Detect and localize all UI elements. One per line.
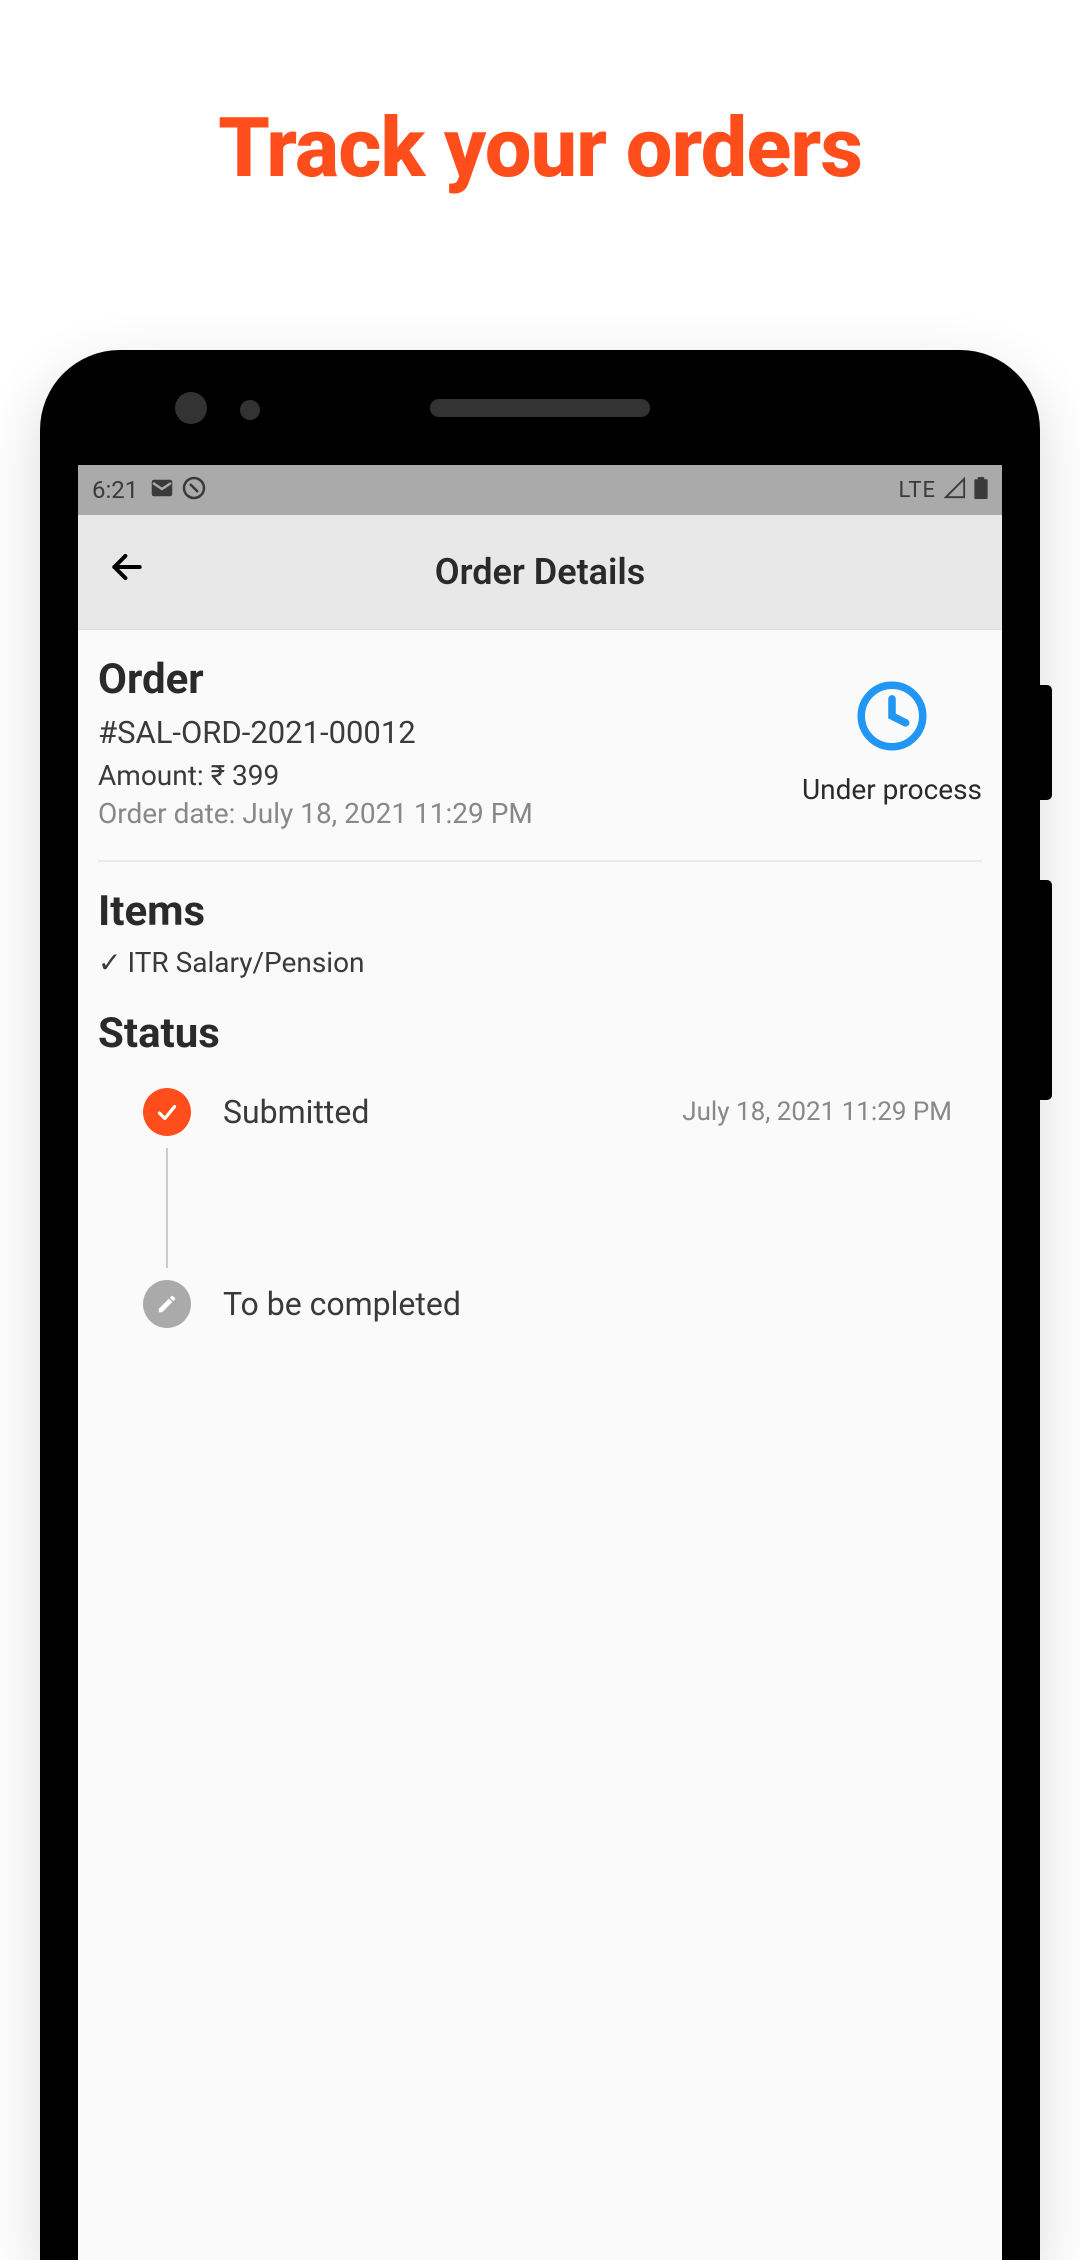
timeline-connector: [166, 1148, 168, 1268]
list-item: ✓ITR Salary/Pension: [98, 946, 982, 979]
android-status-bar: 6:21: [78, 465, 1002, 515]
timeline-label: Submitted: [223, 1093, 369, 1131]
speaker-grille: [430, 399, 650, 417]
order-date: Order date: July 18, 2021 11:29 PM: [98, 797, 802, 830]
mail-icon: [150, 476, 174, 504]
page-title: Order Details: [435, 551, 645, 593]
phone-screen: 6:21: [78, 465, 1002, 2260]
camera-dot: [175, 392, 207, 424]
status-section: Status Submitted July 18, 2021 11:29 PM: [98, 979, 982, 1328]
order-heading: Order: [98, 655, 802, 704]
timeline-item-pending: To be completed: [143, 1280, 982, 1328]
timeline-label: To be completed: [223, 1285, 461, 1323]
item-name: ITR Salary/Pension: [127, 946, 364, 979]
app-header: Order Details: [78, 515, 1002, 630]
back-button[interactable]: [108, 548, 146, 596]
timeline-date: July 18, 2021 11:29 PM: [682, 1097, 982, 1127]
phone-frame: 6:21: [40, 350, 1040, 2260]
phone-side-button: [1040, 880, 1052, 1100]
status-bar-time: 6:21: [92, 476, 138, 504]
sync-off-icon: [182, 476, 206, 504]
network-type: LTE: [898, 478, 936, 503]
checkmark-icon: ✓: [98, 946, 121, 979]
battery-icon: [974, 477, 988, 504]
content-area: Order #SAL-ORD-2021-00012 Amount: ₹ 399 …: [78, 630, 1002, 1353]
marketing-headline: Track your orders: [0, 100, 1080, 197]
pencil-circle-icon: [143, 1280, 191, 1328]
status-heading: Status: [98, 1009, 982, 1058]
timeline-item-submitted: Submitted July 18, 2021 11:29 PM: [143, 1088, 982, 1136]
order-summary-section: Order #SAL-ORD-2021-00012 Amount: ₹ 399 …: [98, 655, 982, 862]
camera-dot: [240, 400, 260, 420]
items-section: Items ✓ITR Salary/Pension: [98, 862, 982, 979]
order-amount: Amount: ₹ 399: [98, 759, 802, 792]
signal-icon: [944, 477, 966, 504]
phone-side-button: [1040, 685, 1052, 800]
order-id: #SAL-ORD-2021-00012: [98, 714, 802, 751]
items-heading: Items: [98, 887, 982, 936]
check-circle-icon: [143, 1088, 191, 1136]
clock-icon: [851, 675, 933, 761]
order-status-label: Under process: [802, 773, 982, 806]
phone-bezel: [40, 350, 1040, 465]
status-timeline: Submitted July 18, 2021 11:29 PM To be: [98, 1088, 982, 1328]
